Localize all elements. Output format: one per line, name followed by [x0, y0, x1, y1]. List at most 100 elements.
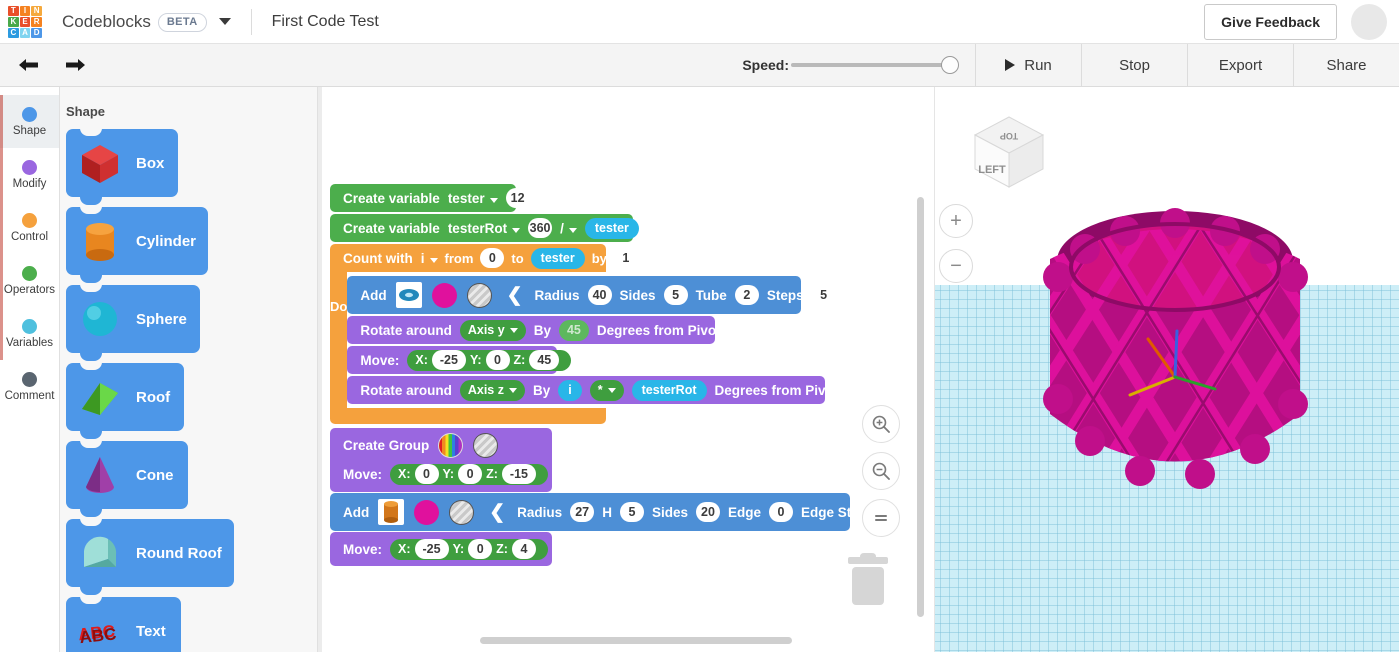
move-y-input[interactable]: 0: [486, 350, 510, 370]
axis-dropdown[interactable]: Axis z: [460, 380, 525, 401]
move-z-label: Z:: [514, 353, 526, 367]
sides-input[interactable]: 20: [696, 502, 720, 522]
block-create-group[interactable]: Create Group: [334, 431, 552, 459]
sidebar-item-operators[interactable]: Operators: [0, 254, 59, 307]
denominator-variable[interactable]: tester: [585, 218, 639, 239]
height-input[interactable]: 5: [620, 502, 644, 522]
torus-icon[interactable]: [396, 282, 422, 308]
hatch-swatch-icon[interactable]: [467, 283, 492, 308]
loop-by-input[interactable]: 1: [614, 248, 638, 268]
tube-input[interactable]: 2: [735, 285, 759, 305]
block-add-torus[interactable]: Add ❮ Radius 40: [347, 276, 801, 314]
hatch-swatch-icon[interactable]: [449, 500, 474, 525]
palette-block-cone[interactable]: Cone: [66, 441, 188, 509]
move-y-input[interactable]: 0: [468, 539, 492, 559]
palette-block-cylinder[interactable]: Cylinder: [66, 207, 208, 275]
speed-slider[interactable]: [791, 63, 951, 67]
variable-name-dropdown[interactable]: tester: [448, 191, 498, 206]
block-move-3[interactable]: Move: X: -25 Y: 0 Z: 4: [334, 535, 552, 563]
sidebar-item-comment[interactable]: Comment: [0, 360, 59, 413]
hatch-swatch-icon[interactable]: [473, 433, 498, 458]
run-button[interactable]: Run: [975, 44, 1081, 87]
canvas-zoom-reset-button[interactable]: [862, 499, 900, 537]
palette-block-box[interactable]: Box: [66, 129, 178, 197]
move-y-label: Y:: [443, 467, 455, 481]
palette-block-sphere[interactable]: Sphere: [66, 285, 200, 353]
move-z-input[interactable]: -15: [502, 464, 536, 484]
sidebar-item-shape[interactable]: Shape: [0, 95, 59, 148]
color-swatch[interactable]: [432, 283, 457, 308]
3d-viewport[interactable]: TOP LEFT + −: [934, 87, 1399, 652]
block-add-cylinder[interactable]: Add ❮ Radius 27 H 5 Sides 20 Edge: [330, 493, 850, 531]
move-xyz-group[interactable]: X: 0 Y: 0 Z: -15: [390, 464, 548, 485]
operator-dropdown[interactable]: /: [560, 221, 577, 236]
undo-button[interactable]: [16, 54, 42, 76]
sidebar-item-variables[interactable]: Variables: [0, 307, 59, 360]
export-button[interactable]: Export: [1187, 44, 1293, 87]
block-rotate-axis-y[interactable]: Rotate around Axis y By 45 Degrees from …: [347, 316, 715, 344]
view-cube[interactable]: TOP LEFT: [963, 107, 1055, 199]
code-canvas[interactable]: Create variable tester 12 Create variabl…: [318, 87, 932, 652]
loop-variable-dropdown[interactable]: i: [421, 251, 438, 266]
loop-to-variable[interactable]: tester: [531, 248, 585, 269]
canvas-zoom-in-button[interactable]: [862, 405, 900, 443]
redo-button[interactable]: [62, 54, 88, 76]
stop-button[interactable]: Stop: [1081, 44, 1187, 87]
palette-block-round-roof[interactable]: Round Roof: [66, 519, 234, 587]
rainbow-swatch-icon[interactable]: [438, 433, 463, 458]
viewport-zoom-in-button[interactable]: +: [939, 204, 973, 238]
palette-block-label: Box: [136, 155, 164, 172]
avatar[interactable]: [1351, 4, 1387, 40]
numerator-input[interactable]: 360: [528, 218, 552, 238]
block-create-variable-testerrot[interactable]: Create variable testerRot 360 / tester: [330, 214, 633, 242]
move-y-input[interactable]: 0: [458, 464, 482, 484]
move-z-input[interactable]: 4: [512, 539, 536, 559]
sidebar-item-control[interactable]: Control: [0, 201, 59, 254]
move-x-input[interactable]: -25: [432, 350, 466, 370]
block-move-1[interactable]: Move: X: -25 Y: 0 Z: 45: [347, 346, 557, 374]
document-title[interactable]: First Code Test: [272, 13, 379, 31]
move-x-input[interactable]: 0: [415, 464, 439, 484]
block-rotate-axis-z[interactable]: Rotate around Axis z By i * testerRot De…: [347, 376, 825, 404]
tinkercad-logo[interactable]: T I N K E R C A D: [8, 6, 42, 38]
operator-dropdown[interactable]: *: [590, 380, 624, 401]
edge-input[interactable]: 0: [769, 502, 793, 522]
sidebar-item-modify[interactable]: Modify: [0, 148, 59, 201]
radius-input[interactable]: 40: [588, 285, 612, 305]
loop-from-input[interactable]: 0: [480, 248, 504, 268]
palette-block-text[interactable]: ABC ABC Text: [66, 597, 181, 652]
variable-value-input[interactable]: 12: [506, 188, 530, 208]
block-count-loop[interactable]: Count with i from 0 to tester by 1 Do: [330, 244, 606, 424]
variable-name-dropdown[interactable]: testerRot: [448, 221, 520, 236]
canvas-vertical-scrollbar[interactable]: [917, 197, 924, 617]
speed-slider-handle[interactable]: [941, 56, 959, 74]
canvas-horizontal-scrollbar[interactable]: [480, 637, 792, 644]
delete-drop-target[interactable]: [844, 549, 892, 607]
chevron-left-icon[interactable]: ❮: [489, 503, 505, 522]
3d-model-lattice[interactable]: [1010, 199, 1340, 529]
degrees-input[interactable]: 45: [559, 320, 589, 341]
move-z-input[interactable]: 45: [529, 350, 559, 370]
sides-input[interactable]: 5: [664, 285, 688, 305]
radius-input[interactable]: 27: [570, 502, 594, 522]
color-swatch[interactable]: [414, 500, 439, 525]
axis-dropdown[interactable]: Axis y: [460, 320, 526, 341]
give-feedback-button[interactable]: Give Feedback: [1204, 4, 1337, 40]
move-x-group[interactable]: X: -25 Y: 0 Z: 45: [407, 350, 571, 371]
speed-control[interactable]: Speed:: [742, 57, 951, 73]
operand-a-variable[interactable]: i: [558, 380, 581, 401]
chevron-left-icon[interactable]: ❮: [507, 286, 523, 305]
chevron-down-icon[interactable]: [219, 18, 231, 25]
count-loop-header[interactable]: Count with i from 0 to tester by 1: [330, 244, 606, 272]
cylinder-icon[interactable]: [378, 499, 404, 525]
block-create-variable-tester[interactable]: Create variable tester 12: [330, 184, 516, 212]
share-button[interactable]: Share: [1293, 44, 1399, 87]
operand-b-variable[interactable]: testerRot: [632, 380, 707, 401]
block-move-2[interactable]: Move: X: 0 Y: 0 Z: -15: [334, 459, 552, 489]
canvas-zoom-out-button[interactable]: [862, 452, 900, 490]
palette-block-roof[interactable]: Roof: [66, 363, 184, 431]
steps-input[interactable]: 5: [812, 285, 836, 305]
move-xyz-group[interactable]: X: -25 Y: 0 Z: 4: [390, 539, 548, 560]
viewport-zoom-out-button[interactable]: −: [939, 249, 973, 283]
move-x-input[interactable]: -25: [415, 539, 449, 559]
